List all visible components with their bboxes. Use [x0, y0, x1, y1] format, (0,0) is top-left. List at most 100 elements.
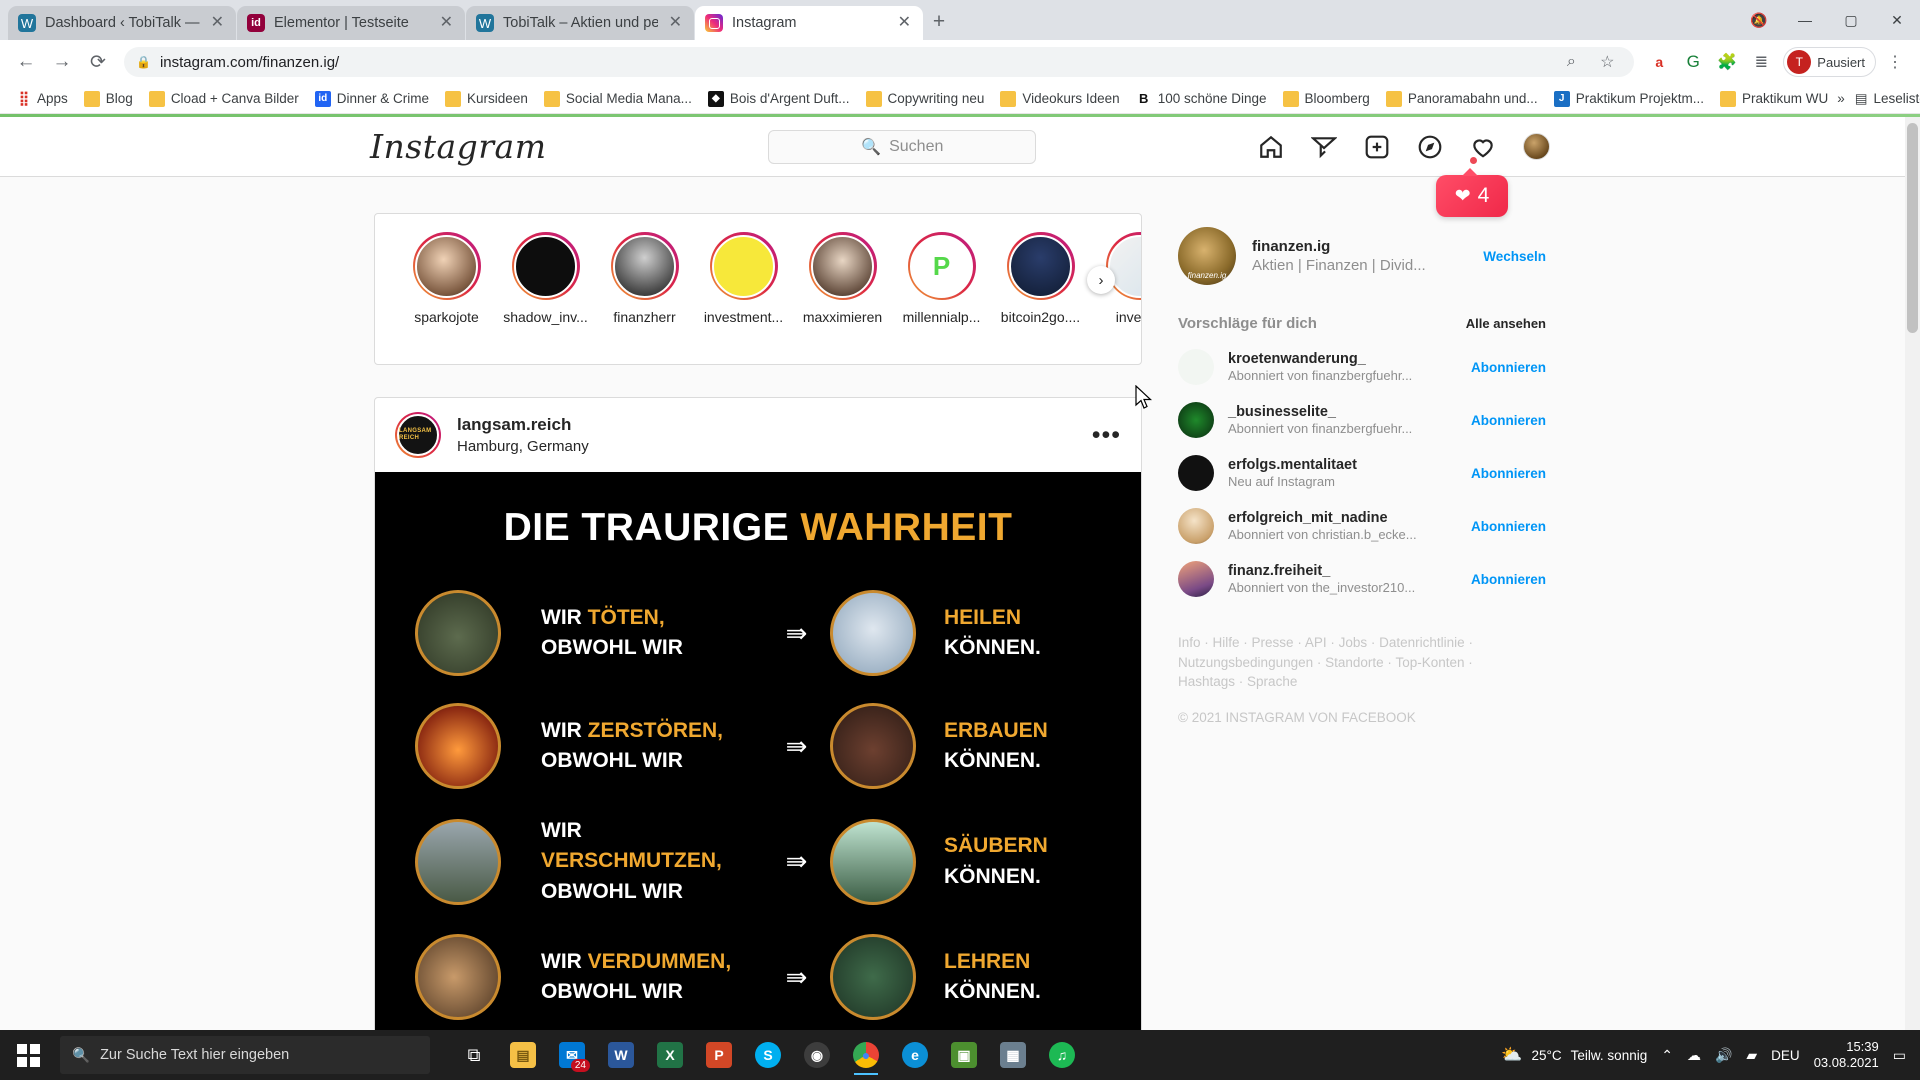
footer-link[interactable]: Presse [1252, 635, 1294, 650]
page-scrollbar[interactable]: ▲ ▼ [1905, 117, 1920, 1057]
suggestion-username[interactable]: erfolgreich_mit_nadine [1228, 510, 1417, 526]
onedrive-icon[interactable]: ☁ [1687, 1047, 1701, 1064]
post-username[interactable]: langsam.reich [457, 415, 589, 435]
bookmark-bois-dargent[interactable]: ◆ Bois d'Argent Duft... [701, 88, 857, 110]
follow-button[interactable]: Abonnieren [1471, 360, 1546, 375]
taskbar-clock[interactable]: 15:39 03.08.2021 [1814, 1039, 1879, 1072]
suggestion-username[interactable]: erfolgs.mentalitaet [1228, 457, 1357, 473]
chevron-up-icon[interactable]: ⌃ [1661, 1047, 1673, 1064]
tab-close-icon[interactable]: ✕ [438, 15, 455, 31]
post-options-icon[interactable]: ••• [1092, 423, 1121, 448]
chrome-menu-icon[interactable]: ⋮ [1880, 47, 1910, 77]
zoom-icon[interactable]: ⌕ [1556, 47, 1586, 77]
bookmark-praktikum-projektm[interactable]: J Praktikum Projektm... [1547, 88, 1711, 110]
taskbar-app-chrome[interactable]: ● [844, 1033, 888, 1077]
see-all-button[interactable]: Alle ansehen [1466, 316, 1546, 331]
tab-close-icon[interactable]: ✕ [896, 15, 913, 31]
reading-list-button[interactable]: ▤ Leseliste [1855, 91, 1920, 107]
scrollbar-thumb[interactable] [1907, 123, 1918, 333]
taskbar-app-camtasia[interactable]: ▣ [942, 1033, 986, 1077]
address-bar[interactable]: 🔒 instagram.com/finanzen.ig/ ⌕ ☆ [124, 47, 1635, 77]
follow-button[interactable]: Abonnieren [1471, 519, 1546, 534]
browser-tab-1[interactable]: id Elementor | Testseite ✕ [237, 6, 465, 40]
notification-icon[interactable]: ▭ [1893, 1047, 1906, 1064]
bookmark-apps[interactable]: ⣿ Apps [8, 88, 75, 110]
network-icon[interactable]: ▰ [1746, 1047, 1757, 1064]
reload-icon[interactable]: ⟳ [82, 46, 114, 78]
home-icon[interactable] [1258, 134, 1284, 160]
maximize-button[interactable]: ▢ [1828, 0, 1874, 40]
direct-icon[interactable] [1311, 134, 1337, 160]
avatar[interactable] [1178, 508, 1214, 544]
footer-link[interactable]: Top-Konten [1395, 655, 1464, 670]
avatar[interactable] [1178, 349, 1214, 385]
footer-link[interactable]: API [1305, 635, 1327, 650]
bookmark-bloomberg[interactable]: Bloomberg [1276, 88, 1377, 110]
bookmark-praktikum-wu[interactable]: Praktikum WU [1713, 88, 1835, 110]
taskbar-app-spotify[interactable]: ♫ [1040, 1033, 1084, 1077]
extensions-icon[interactable]: 🧩 [1712, 47, 1742, 77]
taskbar-app-edge[interactable]: e [893, 1033, 937, 1077]
avatar[interactable]: finanzen.ig [1178, 227, 1236, 285]
bookmark-100-schoene-dinge[interactable]: B 100 schöne Dinge [1129, 88, 1274, 110]
taskbar-app-skype[interactable]: S [746, 1033, 790, 1077]
suggestion-username[interactable]: _businesselite_ [1228, 404, 1412, 420]
minimize-button[interactable]: — [1782, 0, 1828, 40]
story-item[interactable]: sparkojote [397, 232, 496, 325]
browser-tab-3-instagram[interactable]: Instagram ✕ [695, 6, 923, 40]
taskbar-app-excel[interactable]: X [648, 1033, 692, 1077]
back-icon[interactable]: ← [10, 46, 42, 78]
avast-icon[interactable]: a [1644, 47, 1674, 77]
follow-button[interactable]: Abonnieren [1471, 466, 1546, 481]
footer-link[interactable]: Info [1178, 635, 1201, 650]
forward-icon[interactable]: → [46, 46, 78, 78]
profile-button[interactable]: T Pausiert [1783, 47, 1876, 77]
bookmark-dinner-crime[interactable]: id Dinner & Crime [308, 88, 436, 110]
avatar[interactable] [1178, 561, 1214, 597]
story-item[interactable]: maxximieren [793, 232, 892, 325]
footer-link[interactable]: Sprache [1247, 674, 1297, 689]
taskbar-app-photos[interactable]: ▦ [991, 1033, 1035, 1077]
follow-button[interactable]: Abonnieren [1471, 572, 1546, 587]
tab-close-icon[interactable]: ✕ [667, 15, 684, 31]
avatar[interactable] [1178, 402, 1214, 438]
suggestion-username[interactable]: kroetenwanderung_ [1228, 351, 1412, 367]
bookmark-copywriting[interactable]: Copywriting neu [859, 88, 992, 110]
current-username[interactable]: finanzen.ig [1252, 238, 1426, 255]
taskbar-app-file-explorer[interactable]: ▤ [501, 1033, 545, 1077]
suggestion-username[interactable]: finanz.freiheit_ [1228, 563, 1415, 579]
close-button[interactable]: ✕ [1874, 0, 1920, 40]
notification-bell-icon[interactable]: 🔕 [1736, 0, 1782, 40]
bookmark-cloud-canva[interactable]: Cload + Canva Bilder [142, 88, 306, 110]
tab-close-icon[interactable]: ✕ [209, 15, 226, 31]
story-item[interactable]: shadow_inv... [496, 232, 595, 325]
notification-tooltip[interactable]: ❤ 4 [1436, 168, 1508, 217]
new-tab-button[interactable]: + [924, 7, 954, 37]
activity-icon[interactable] [1470, 134, 1496, 160]
bookmark-social-media[interactable]: Social Media Mana... [537, 88, 699, 110]
language-indicator[interactable]: DEU [1771, 1048, 1800, 1063]
bookmarks-overflow-icon[interactable]: » [1837, 91, 1845, 106]
footer-link[interactable]: Nutzungsbedingungen [1178, 655, 1313, 670]
instagram-logo[interactable]: Instagram [370, 127, 547, 166]
task-view-icon[interactable]: ⧉ [452, 1033, 496, 1077]
stories-next-button[interactable]: › [1087, 266, 1115, 294]
bookmark-videokurs[interactable]: Videokurs Ideen [993, 88, 1126, 110]
footer-link[interactable]: Jobs [1339, 635, 1368, 650]
taskbar-app-mail[interactable]: ✉ 24 [550, 1033, 594, 1077]
bookmark-blog[interactable]: Blog [77, 88, 140, 110]
star-icon[interactable]: ☆ [1592, 47, 1622, 77]
bookmark-panoramabahn[interactable]: Panoramabahn und... [1379, 88, 1545, 110]
taskbar-app-powerpoint[interactable]: P [697, 1033, 741, 1077]
volume-icon[interactable]: 🔊 [1715, 1047, 1732, 1064]
bookmark-kursideen[interactable]: Kursideen [438, 88, 535, 110]
taskbar-app-obs[interactable]: ◉ [795, 1033, 839, 1077]
new-post-icon[interactable] [1364, 134, 1390, 160]
footer-link[interactable]: Hilfe [1213, 635, 1240, 650]
start-button[interactable] [0, 1030, 56, 1080]
explore-icon[interactable] [1417, 134, 1443, 160]
taskbar-app-word[interactable]: W [599, 1033, 643, 1077]
footer-link[interactable]: Hashtags [1178, 674, 1235, 689]
story-item[interactable]: investment... [694, 232, 793, 325]
footer-link[interactable]: Datenrichtlinie [1379, 635, 1465, 650]
